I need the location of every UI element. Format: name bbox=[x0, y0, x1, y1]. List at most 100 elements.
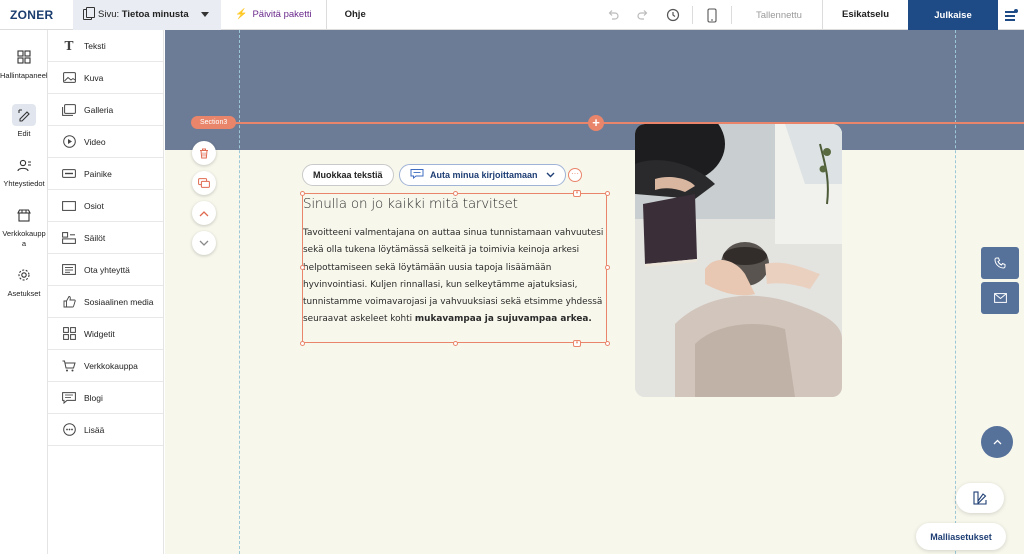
redo-icon[interactable] bbox=[628, 0, 658, 30]
rail-item-dashboard[interactable]: Hallintapaneeli bbox=[0, 46, 50, 81]
bolt-icon: ⚡ bbox=[235, 9, 248, 20]
edit-text-button[interactable]: Muokkaa tekstiä bbox=[302, 164, 394, 186]
elements-panel: T Teksti Kuva Galleria Video Painike Osio… bbox=[48, 30, 164, 554]
design-settings-button[interactable] bbox=[956, 483, 1004, 513]
upgrade-plan-label: Päivitä paketti bbox=[252, 9, 312, 20]
panel-item-label: Osiot bbox=[84, 200, 104, 211]
resize-handle[interactable] bbox=[605, 341, 610, 346]
ai-assistant-icon bbox=[410, 168, 424, 182]
preview-button[interactable]: Esikatselu bbox=[822, 0, 908, 30]
move-section-up-button[interactable] bbox=[192, 201, 216, 225]
page-selector[interactable]: Sivu: Tietoa minusta bbox=[73, 0, 221, 30]
publish-button[interactable]: Julkaise bbox=[908, 0, 998, 30]
user-menu-icon[interactable] bbox=[998, 0, 1024, 30]
resize-handle[interactable] bbox=[300, 265, 305, 270]
panel-item-label: Säilöt bbox=[84, 232, 106, 243]
panel-item-label: Galleria bbox=[84, 104, 114, 115]
panel-item-label: Sosiaalinen media bbox=[84, 296, 154, 307]
panel-item-gallery[interactable]: Galleria bbox=[48, 94, 163, 126]
containers-icon bbox=[61, 231, 77, 245]
rail-item-label: Asetukset bbox=[7, 289, 41, 298]
template-settings-button[interactable]: Malliasetukset bbox=[916, 523, 1006, 550]
panel-item-text[interactable]: T Teksti bbox=[48, 30, 163, 62]
history-icon[interactable] bbox=[658, 0, 688, 30]
social-icon bbox=[61, 295, 77, 309]
duplicate-section-button[interactable] bbox=[192, 171, 216, 195]
rail-item-label: Hallintapaneeli bbox=[0, 71, 50, 80]
rail-item-label: Yhteystiedot bbox=[3, 179, 45, 188]
panel-item-label: Video bbox=[84, 136, 106, 147]
widgets-icon bbox=[61, 327, 77, 341]
save-status: Tallennettu bbox=[756, 9, 802, 21]
panel-item-more[interactable]: Lisää bbox=[48, 414, 163, 446]
panel-item-video[interactable]: Video bbox=[48, 126, 163, 158]
editor-canvas[interactable]: Section3 + Muokkaa tekstiä Auta minua ki… bbox=[165, 30, 1024, 554]
duplicate-icon bbox=[198, 178, 210, 188]
zoner-logo[interactable]: ZONER bbox=[0, 8, 73, 22]
resize-handle[interactable] bbox=[453, 341, 458, 346]
divider bbox=[692, 6, 693, 24]
upgrade-plan-link[interactable]: ⚡ Päivitä paketti bbox=[235, 0, 327, 30]
resize-handle[interactable] bbox=[453, 191, 458, 196]
panel-item-sections[interactable]: Osiot bbox=[48, 190, 163, 222]
resize-handle[interactable] bbox=[605, 265, 610, 270]
content-image[interactable] bbox=[635, 124, 842, 397]
chevron-down-icon bbox=[546, 171, 555, 180]
panel-item-label: Kuva bbox=[84, 72, 104, 83]
text-heading[interactable]: Sinulla on jo kaikki mitä tarvitset bbox=[303, 196, 608, 212]
panel-item-label: Ota yhteyttä bbox=[84, 264, 130, 275]
panel-item-cart[interactable]: Verkkokauppa bbox=[48, 350, 163, 382]
add-section-button[interactable]: + bbox=[588, 115, 604, 131]
panel-item-image[interactable]: Kuva bbox=[48, 62, 163, 94]
panel-item-contact-form[interactable]: Ota yhteyttä bbox=[48, 254, 163, 286]
resize-handle[interactable] bbox=[300, 341, 305, 346]
panel-item-social[interactable]: Sosiaalinen media bbox=[48, 286, 163, 318]
header-section-band[interactable] bbox=[165, 30, 1024, 150]
contacts-icon bbox=[12, 154, 36, 176]
top-bar: ZONER Sivu: Tietoa minusta ⚡ Päivitä pak… bbox=[0, 0, 1024, 30]
rail-item-settings[interactable]: Asetukset bbox=[0, 264, 48, 299]
rail-item-label: Verkkokauppa bbox=[2, 229, 46, 248]
move-section-down-button[interactable] bbox=[192, 231, 216, 255]
section-divider bbox=[195, 122, 1024, 124]
chevron-up-icon bbox=[199, 210, 209, 216]
phone-icon bbox=[994, 257, 1006, 269]
scroll-to-top-button[interactable] bbox=[981, 426, 1013, 458]
help-link[interactable]: Ohje bbox=[345, 9, 366, 20]
rail-item-store[interactable]: Verkkokauppa bbox=[0, 204, 48, 249]
resize-handle[interactable] bbox=[300, 191, 305, 196]
grid-guide bbox=[239, 30, 240, 554]
dashboard-icon bbox=[12, 46, 36, 68]
email-button[interactable] bbox=[981, 282, 1019, 314]
resize-handle[interactable] bbox=[605, 191, 610, 196]
panel-item-label: Blogi bbox=[84, 392, 103, 403]
blog-icon bbox=[61, 391, 77, 405]
gallery-icon bbox=[61, 103, 77, 117]
grid-guide bbox=[955, 30, 956, 554]
contact-form-icon bbox=[61, 263, 77, 277]
collapse-handle[interactable]: ▾ bbox=[573, 190, 581, 197]
phone-button[interactable] bbox=[981, 247, 1019, 279]
delete-section-button[interactable] bbox=[192, 141, 216, 165]
rail-item-edit[interactable]: Edit bbox=[0, 104, 48, 139]
ai-write-button[interactable]: Auta minua kirjoittamaan bbox=[399, 164, 566, 186]
more-icon bbox=[61, 423, 77, 437]
page-selector-value: Tietoa minusta bbox=[121, 9, 189, 20]
undo-icon[interactable] bbox=[598, 0, 628, 30]
text-body[interactable]: Tavoitteeni valmentajana on auttaa sinua… bbox=[303, 225, 605, 329]
section-label[interactable]: Section3 bbox=[191, 116, 237, 129]
settings-icon bbox=[12, 264, 36, 286]
rail-item-contacts[interactable]: Yhteystiedot bbox=[0, 154, 48, 189]
panel-item-blog[interactable]: Blogi bbox=[48, 382, 163, 414]
ai-write-label: Auta minua kirjoittamaan bbox=[430, 170, 538, 180]
panel-item-label: Widgetit bbox=[84, 328, 115, 339]
top-bar-actions: Tallennettu Esikatselu Julkaise bbox=[598, 0, 1024, 30]
selected-text-block[interactable]: Sinulla on jo kaikki mitä tarvitset Tavo… bbox=[300, 190, 610, 347]
panel-item-containers[interactable]: Säilöt bbox=[48, 222, 163, 254]
panel-item-button[interactable]: Painike bbox=[48, 158, 163, 190]
collapse-handle[interactable]: ▾ bbox=[573, 340, 581, 347]
mobile-view-icon[interactable] bbox=[697, 0, 727, 30]
more-options-button[interactable]: ··· bbox=[568, 168, 582, 182]
divider bbox=[731, 6, 732, 24]
panel-item-widgets[interactable]: Widgetit bbox=[48, 318, 163, 350]
